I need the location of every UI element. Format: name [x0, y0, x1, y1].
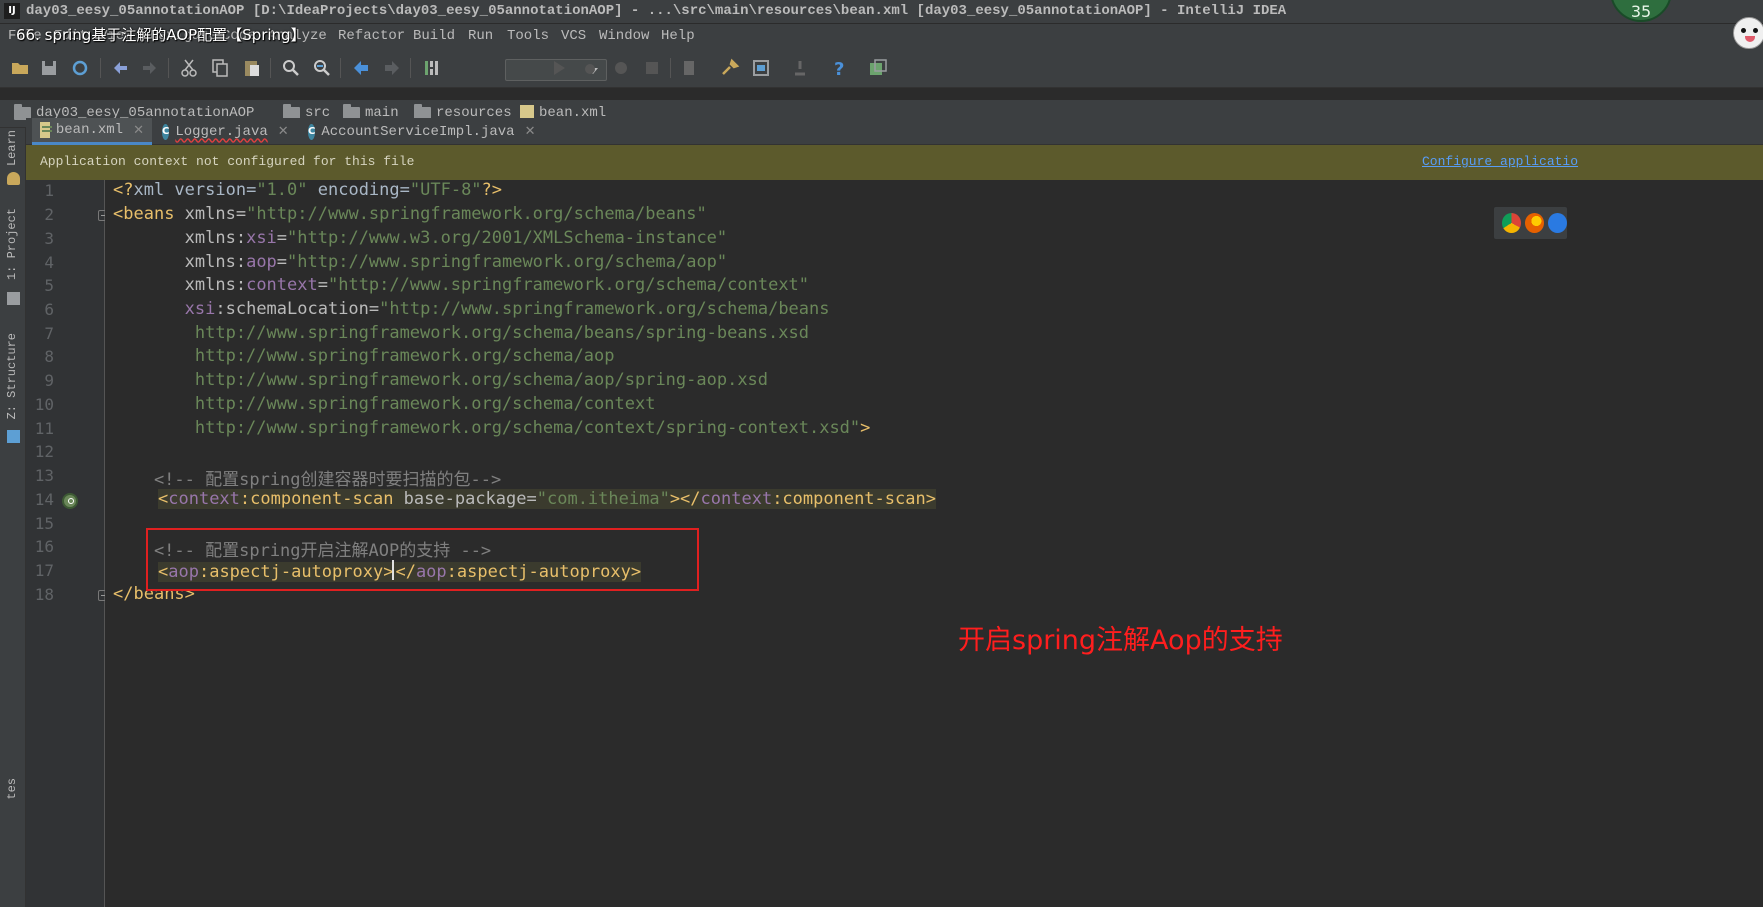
structure-icon	[7, 430, 20, 443]
code-line-6: xsi:schemaLocation="http://www.springfra…	[184, 299, 830, 319]
side-tab-project[interactable]: 1: Project	[5, 208, 19, 280]
project-structure-icon[interactable]	[678, 56, 702, 80]
xml-file-icon	[40, 122, 52, 138]
banner-message: Application context not configured for t…	[40, 154, 415, 169]
avatar[interactable]	[1733, 17, 1763, 49]
java-class-icon: C	[308, 123, 316, 140]
code-line-7: http://www.springframework.org/schema/be…	[113, 323, 809, 343]
notification-count-badge: 35	[1610, 0, 1672, 22]
tab-accountserviceimpl-java[interactable]: C AccountServiceImpl.java ✕	[300, 118, 535, 145]
line-number: 18	[34, 585, 54, 604]
cut-icon[interactable]	[177, 56, 201, 80]
configure-application-context-link[interactable]: Configure applicatio	[1422, 154, 1578, 169]
terminal-icon[interactable]	[866, 56, 890, 80]
code-line-5: xmlns:context="http://www.springframewor…	[113, 275, 810, 295]
java-class-icon: C	[162, 123, 170, 140]
menu-refactor[interactable]: Refactor	[338, 28, 405, 44]
window-title: day03_eesy_05annotationAOP [D:\IdeaProje…	[26, 3, 1287, 19]
menu-run[interactable]: Run	[468, 28, 493, 44]
left-tool-window-strip: Learn 1: Project Z: Structure tes	[0, 128, 26, 907]
help-icon[interactable]: ?	[827, 56, 851, 80]
menu-vcs[interactable]: VCS	[561, 28, 586, 44]
safari-icon[interactable]	[1548, 213, 1567, 233]
tab-bean-xml[interactable]: bean.xml ✕	[32, 118, 152, 145]
replace-icon[interactable]	[310, 56, 334, 80]
side-tab-favorites[interactable]: tes	[5, 778, 19, 800]
back-icon[interactable]	[349, 56, 373, 80]
line-number: 9	[44, 371, 54, 390]
intellij-logo-icon: IJ	[4, 3, 20, 19]
project-icon	[7, 292, 20, 305]
code-line-3: xmlns:xsi="http://www.w3.org/2001/XMLSch…	[113, 228, 728, 248]
tab-logger-java[interactable]: C Logger.java ✕	[154, 118, 296, 145]
video-title-caption: 66. spring基于注解的AOP配置【Spring】	[16, 26, 306, 44]
code-line-1: <?xml version="1.0" encoding="UTF-8"?>	[113, 180, 503, 200]
side-tab-learn[interactable]: Learn	[5, 130, 19, 166]
line-number: 15	[34, 514, 54, 533]
title-bar: IJ day03_eesy_05annotationAOP [D:\IdeaPr…	[0, 0, 1763, 24]
menu-tools[interactable]: Tools	[507, 28, 549, 44]
menu-help[interactable]: Help	[661, 28, 695, 44]
code-line-2: <beans xmlns="http://www.springframework…	[113, 204, 707, 224]
coverage-icon[interactable]	[609, 56, 633, 80]
vcs-icon[interactable]	[788, 56, 812, 80]
line-number: 8	[44, 347, 54, 366]
save-all-icon[interactable]	[37, 56, 61, 80]
undo-icon[interactable]	[108, 56, 132, 80]
line-number: 4	[44, 253, 54, 272]
line-number: 1	[44, 181, 54, 200]
spring-bean-gutter-icon[interactable]	[62, 493, 78, 509]
code-line-10: http://www.springframework.org/schema/co…	[113, 394, 656, 414]
code-line-4: xmlns:aop="http://www.springframework.or…	[113, 252, 728, 272]
line-number: 2	[44, 205, 54, 224]
line-number: 16	[34, 537, 54, 556]
copy-icon[interactable]	[208, 56, 232, 80]
open-folder-icon[interactable]	[8, 56, 32, 80]
redo-icon[interactable]	[138, 56, 162, 80]
stop-icon[interactable]	[640, 56, 664, 80]
code-line-8: http://www.springframework.org/schema/ao…	[113, 346, 615, 366]
paste-icon[interactable]	[240, 56, 264, 80]
close-icon[interactable]: ✕	[133, 123, 144, 138]
editor-tab-bar: bean.xml ✕ C Logger.java ✕ C AccountServ…	[26, 118, 1763, 145]
chrome-icon[interactable]	[1502, 213, 1521, 233]
code-line-11: http://www.springframework.org/schema/co…	[113, 418, 871, 438]
run-icon[interactable]	[547, 56, 571, 80]
learn-icon	[7, 172, 20, 185]
debug-icon[interactable]	[578, 56, 602, 80]
side-tab-structure[interactable]: Z: Structure	[5, 333, 19, 419]
menu-window[interactable]: Window	[599, 28, 649, 44]
line-number: 12	[34, 442, 54, 461]
svg-text:?: ?	[834, 59, 844, 78]
line-number: 6	[44, 300, 54, 319]
make-project-icon[interactable]	[420, 56, 444, 80]
find-icon[interactable]	[279, 56, 303, 80]
sync-icon[interactable]	[68, 56, 92, 80]
code-line-9: http://www.springframework.org/schema/ao…	[113, 370, 769, 390]
line-number: 13	[34, 466, 54, 485]
line-number: 10	[34, 395, 54, 414]
menu-build[interactable]: Build	[413, 28, 455, 44]
line-number: 14	[34, 490, 54, 509]
line-number: 17	[34, 561, 54, 580]
browser-preview-bar	[1493, 206, 1568, 240]
firefox-icon[interactable]	[1525, 213, 1544, 233]
close-icon[interactable]: ✕	[525, 124, 536, 139]
highlight-box	[146, 528, 699, 591]
annotation-text: 开启spring注解Aop的支持	[958, 625, 1283, 656]
line-number: 5	[44, 276, 54, 295]
line-number: 11	[34, 419, 54, 438]
code-line-13: <!-- 配置spring创建容器时要扫描的包-->	[113, 470, 502, 490]
code-line-14: <context:component-scan base-package="co…	[158, 489, 936, 509]
line-number: 3	[44, 229, 54, 248]
spring-context-banner: Application context not configured for t…	[26, 145, 1763, 180]
editor-gutter: 1 2 3 4 5 6 7 8 9 10 11 12 13 14 15 16 1…	[26, 180, 109, 907]
forward-icon[interactable]	[380, 56, 404, 80]
settings-icon[interactable]	[718, 56, 742, 80]
sdk-icon[interactable]	[749, 56, 773, 80]
line-number: 7	[44, 324, 54, 343]
main-toolbar: ?	[0, 48, 1763, 88]
close-icon[interactable]: ✕	[278, 124, 289, 139]
